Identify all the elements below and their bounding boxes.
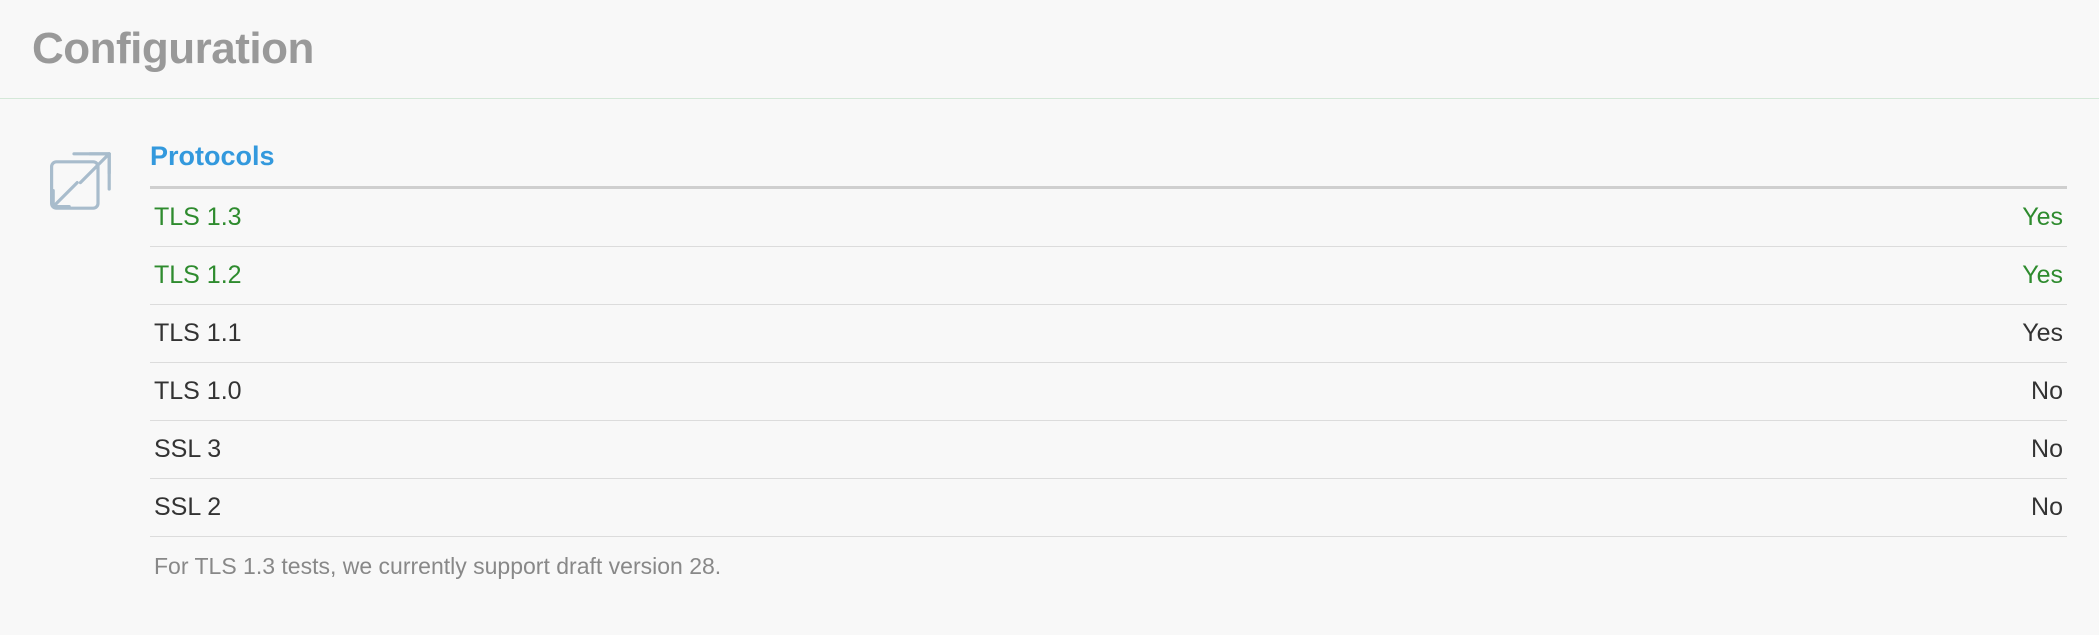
protocol-value: Yes <box>2022 261 2063 290</box>
protocol-name: TLS 1.3 <box>154 203 242 232</box>
icon-column <box>42 141 122 604</box>
protocol-value: Yes <box>2022 319 2063 348</box>
table-row: TLS 1.2 Yes <box>150 247 2067 305</box>
content-area: Protocols TLS 1.3 Yes TLS 1.2 Yes TLS 1.… <box>0 99 2099 604</box>
protocol-name: SSL 3 <box>154 435 221 464</box>
section-footnote: For TLS 1.3 tests, we currently support … <box>150 537 2067 604</box>
section-title: Protocols <box>150 141 2067 189</box>
protocol-value: No <box>2031 435 2063 464</box>
table-row: TLS 1.3 Yes <box>150 189 2067 247</box>
table-row: TLS 1.0 No <box>150 363 2067 421</box>
protocol-name: TLS 1.2 <box>154 261 242 290</box>
table-row: SSL 3 No <box>150 421 2067 479</box>
table-row: TLS 1.1 Yes <box>150 305 2067 363</box>
expand-icon[interactable] <box>42 141 122 221</box>
protocol-value: Yes <box>2022 203 2063 232</box>
table-row: SSL 2 No <box>150 479 2067 537</box>
protocol-name: TLS 1.1 <box>154 319 242 348</box>
protocol-value: No <box>2031 377 2063 406</box>
protocol-value: No <box>2031 493 2063 522</box>
protocols-table: Protocols TLS 1.3 Yes TLS 1.2 Yes TLS 1.… <box>150 141 2067 604</box>
protocol-name: TLS 1.0 <box>154 377 242 406</box>
page-title: Configuration <box>32 24 2067 74</box>
page-header: Configuration <box>0 0 2099 99</box>
protocol-name: SSL 2 <box>154 493 221 522</box>
